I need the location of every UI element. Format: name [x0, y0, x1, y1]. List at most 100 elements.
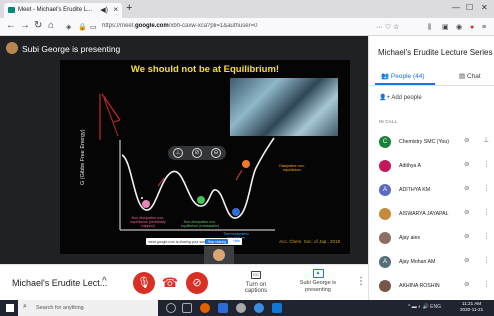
mic-off-button[interactable]: 🎙 — [133, 272, 155, 294]
maximize-icon[interactable]: ☐ — [466, 3, 473, 12]
presenting-button[interactable]: ▲ Subi George is presenting — [296, 269, 340, 293]
meeting-controls: Michael's Erudite Lect... ^ 🎙 ☎ ⊘ CC Tur… — [0, 264, 368, 300]
remove-icon[interactable]: ⊖ — [211, 148, 221, 158]
present-icon: ▲ — [312, 269, 324, 278]
system-tray[interactable]: ^ ▬ ◐ 🔊 ENG — [408, 304, 441, 310]
camera-off-button[interactable]: ⊘ — [186, 272, 208, 294]
participant-row[interactable]: Adithya A ⊘ ⋮ — [369, 156, 494, 176]
minimize-icon[interactable]: — — [452, 3, 460, 12]
avatar — [379, 208, 391, 220]
more-options-icon[interactable]: ⋮ — [483, 280, 490, 288]
captions-label: Turn on captions — [244, 282, 268, 294]
more-options-icon[interactable]: ⋮ — [483, 256, 490, 264]
participant-row[interactable]: AISWARYA JAYAPAL ⊘ ⋮ — [369, 204, 494, 224]
close-window-icon[interactable]: ✕ — [481, 3, 488, 12]
ball-metastable — [197, 196, 205, 204]
close-tab-icon[interactable]: × — [113, 5, 118, 14]
participant-row[interactable]: AKHINA ROSHIN ⊘ ⋮ — [369, 276, 494, 296]
divider — [369, 85, 494, 86]
browser-tab[interactable]: Meet - Michael's Erudite L... ◀) × — [4, 3, 122, 18]
hang-up-button[interactable]: ☎ — [159, 272, 181, 294]
extension-icon[interactable]: ◉ — [456, 23, 462, 33]
presentation-stage: Subi George is presenting We should not … — [0, 36, 368, 264]
avatar: C — [379, 136, 391, 148]
store-icon[interactable] — [272, 303, 282, 313]
account-icon[interactable]: ● — [470, 23, 474, 33]
app-icon[interactable] — [218, 303, 228, 313]
participant-name: AKHINA ROSHIN — [399, 283, 440, 289]
page-actions-icon[interactable]: ··· ♡ ☆ — [376, 23, 399, 33]
participant-row[interactable]: A Ajay Mohan AM ⊘ ⋮ — [369, 252, 494, 272]
people-icon: 👥 — [381, 73, 390, 80]
mic-off-icon[interactable]: ⊘ — [464, 256, 469, 264]
captions-icon: CC — [251, 271, 261, 279]
tab-chat[interactable]: ▤ Chat — [459, 72, 481, 80]
shield-icon[interactable]: ◈ — [66, 23, 71, 33]
participant-row[interactable]: C Chemistry SMC (You) ⊘ ⊥ — [369, 132, 494, 152]
chevron-up-icon[interactable]: ^ — [102, 276, 107, 287]
avatar — [379, 280, 391, 292]
home-icon[interactable]: ⌂ — [48, 21, 54, 31]
edge-icon[interactable] — [254, 303, 264, 313]
chat-icon: ▤ — [459, 73, 466, 80]
forward-icon[interactable]: → — [20, 21, 30, 31]
lock-icon[interactable]: 🔒 — [78, 23, 87, 33]
mic-off-icon[interactable]: ⊘ — [464, 208, 469, 216]
more-options-icon[interactable]: ⋮ — [356, 276, 366, 287]
label-dissipative: Dissipative non-equilibrium — [279, 164, 305, 173]
label-kinetic: Non-dissipative non-equilibrium (kinetic… — [130, 216, 166, 229]
participant-name: Ajay Mohan AM — [399, 259, 436, 265]
more-options-icon[interactable]: ⋮ — [483, 232, 490, 240]
more-options-icon[interactable]: ⋮ — [483, 160, 490, 168]
ball-dissipative — [242, 160, 250, 168]
firefox-icon[interactable] — [200, 303, 210, 313]
hide-button[interactable]: Hide — [233, 239, 240, 243]
mic-off-icon[interactable]: ⊘ — [464, 136, 469, 144]
more-options-icon[interactable]: ⋮ — [483, 208, 490, 216]
participant-row[interactable]: A ADITHYA KM ⊘ ⋮ — [369, 180, 494, 200]
participant-name: Ajay alex — [399, 235, 421, 241]
tab-people[interactable]: 👥 People (44) — [381, 72, 425, 80]
sparkle — [141, 197, 143, 199]
pin-icon[interactable]: ⊥ — [173, 148, 183, 158]
mic-off-icon[interactable]: ⊘ — [464, 184, 469, 192]
settings-icon[interactable] — [236, 303, 246, 313]
participant-row[interactable]: Ajay alex ⊘ ⋮ — [369, 228, 494, 248]
back-icon[interactable]: ← — [6, 21, 16, 31]
people-panel: Michael's Erudite Lecture Series: ... 👥 … — [368, 36, 494, 300]
sidebar-icon[interactable]: ▣ — [442, 23, 449, 33]
mute-participant-icon[interactable]: ⊘ — [192, 148, 202, 158]
mic-off-icon[interactable]: ⊘ — [464, 232, 469, 240]
stop-sharing-button[interactable]: Stop sharing — [205, 239, 228, 244]
menu-icon[interactable]: ≡ — [482, 23, 486, 33]
url-bar[interactable]: https://meet.google.com/xbh-caxw-xca?pli… — [102, 23, 332, 33]
mic-off-icon[interactable]: ⊘ — [464, 160, 469, 168]
more-options-icon[interactable]: ⋮ — [483, 184, 490, 192]
meeting-title[interactable]: Michael's Erudite Lect... — [12, 278, 107, 288]
phone-icon: ☎ — [161, 275, 179, 290]
speaker-icon[interactable]: ◀) — [100, 6, 108, 14]
camera-off-icon: ⊘ — [192, 277, 202, 289]
pin-icon[interactable]: ⊥ — [483, 136, 489, 144]
ball-kinetic — [142, 200, 150, 208]
windows-start-icon[interactable] — [6, 304, 14, 312]
new-tab-button[interactable]: + — [126, 2, 132, 14]
sketch-line — [103, 97, 119, 137]
reload-icon[interactable]: ↻ — [34, 21, 42, 31]
task-view-icon[interactable] — [182, 303, 192, 313]
avatar: A — [379, 256, 391, 268]
slide-citation: Acc. Chem. Soc. of Jap., 2018 — [279, 239, 340, 244]
camera-permission-icon[interactable]: ▭ — [90, 23, 97, 33]
taskbar-search[interactable]: ⌕ Search for anything — [18, 300, 158, 316]
captions-button[interactable]: CC Turn on captions — [236, 271, 276, 294]
taskbar: ⌕ Search for anything ^ ▬ ◐ 🔊 ENG 11:21 … — [0, 300, 494, 316]
in-call-heading: IN CALL — [379, 119, 398, 124]
mic-off-icon[interactable]: ⊘ — [464, 280, 469, 288]
clock[interactable]: 11:21 AM 2020-11-21 — [460, 301, 483, 313]
search-icon: ⌕ — [23, 303, 27, 310]
add-people-button[interactable]: 👤+ Add people — [379, 94, 422, 101]
participant-name: ADITHYA KM — [399, 187, 431, 193]
cortana-icon[interactable] — [166, 303, 176, 313]
mic-off-icon: 🎙 — [137, 277, 151, 289]
library-icon[interactable]: ⫼ — [428, 23, 431, 33]
